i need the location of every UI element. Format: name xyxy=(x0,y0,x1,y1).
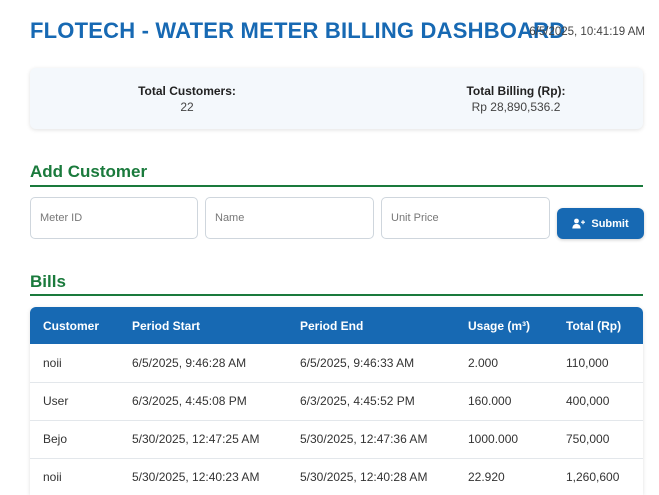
table-row: noii 6/5/2025, 9:46:28 AM 6/5/2025, 9:46… xyxy=(30,344,643,382)
cell-period-end: 6/5/2025, 9:46:33 AM xyxy=(300,355,415,370)
cell-period-start: 5/30/2025, 12:47:25 AM xyxy=(132,432,260,446)
cell-customer: Bejo xyxy=(43,432,68,446)
cell-usage: 160.000 xyxy=(468,394,512,408)
column-header-period-end: Period End xyxy=(300,318,364,333)
total-billing-label: Total Billing (Rp): xyxy=(466,84,566,98)
table-row: Bejo 5/30/2025, 12:47:25 AM 5/30/2025, 1… xyxy=(30,420,643,458)
user-plus-icon xyxy=(572,218,586,229)
cell-period-start: 5/30/2025, 12:40:23 AM xyxy=(132,470,260,484)
cell-period-end: 5/30/2025, 12:40:28 AM xyxy=(300,470,428,484)
column-header-period-start: Period Start xyxy=(132,318,201,333)
table-row: noii 5/30/2025, 12:40:23 AM 5/30/2025, 1… xyxy=(30,458,643,495)
add-customer-divider xyxy=(30,185,643,187)
total-billing-value: Rp 28,890,536.2 xyxy=(471,100,561,114)
bills-divider xyxy=(30,294,643,296)
column-header-customer: Customer xyxy=(43,318,100,333)
cell-total: 750,000 xyxy=(566,432,610,446)
meter-id-input[interactable] xyxy=(30,197,198,239)
add-customer-heading: Add Customer xyxy=(30,162,148,181)
cell-usage: 1000.000 xyxy=(468,432,519,446)
cell-period-end: 6/3/2025, 4:45:52 PM xyxy=(300,394,415,408)
cell-total: 110,000 xyxy=(566,355,609,370)
cell-period-start: 6/5/2025, 9:46:28 AM xyxy=(132,355,247,370)
cell-customer: noii xyxy=(43,470,62,484)
total-customers-stat: Total Customers: 22 xyxy=(87,84,287,114)
cell-period-start: 6/3/2025, 4:45:08 PM xyxy=(132,394,247,408)
current-datetime: 6/5/2025, 10:41:19 AM xyxy=(529,26,645,38)
unit-price-input[interactable] xyxy=(381,197,550,239)
submit-label: Submit xyxy=(591,217,629,230)
cell-usage: 2.000 xyxy=(468,355,499,370)
submit-button[interactable]: Submit xyxy=(557,208,644,239)
total-customers-value: 22 xyxy=(180,100,194,114)
summary-card: Total Customers: 22 Total Billing (Rp): … xyxy=(30,68,643,129)
cell-total: 1,260,600 xyxy=(566,470,620,484)
bills-table: Customer Period Start Period End Usage (… xyxy=(30,307,643,495)
cell-customer: noii xyxy=(43,355,62,370)
cell-usage: 22.920 xyxy=(468,470,505,484)
table-header-row: Customer Period Start Period End Usage (… xyxy=(30,307,643,344)
cell-period-end: 5/30/2025, 12:47:36 AM xyxy=(300,432,428,446)
cell-total: 400,000 xyxy=(566,394,610,408)
total-customers-label: Total Customers: xyxy=(138,84,236,98)
bills-heading: Bills xyxy=(30,272,66,291)
name-input[interactable] xyxy=(205,197,374,239)
cell-customer: User xyxy=(43,394,69,408)
page-header: FLOTECH - WATER METER BILLING DASHBOARD … xyxy=(30,18,645,48)
bills-table-container: Customer Period Start Period End Usage (… xyxy=(30,307,643,495)
total-billing-stat: Total Billing (Rp): Rp 28,890,536.2 xyxy=(416,84,616,114)
table-row: User 6/3/2025, 4:45:08 PM 6/3/2025, 4:45… xyxy=(30,382,643,420)
column-header-usage: Usage (m³) xyxy=(468,318,531,333)
column-header-total: Total (Rp) xyxy=(566,318,622,333)
page-title: FLOTECH - WATER METER BILLING DASHBOARD xyxy=(30,18,566,43)
